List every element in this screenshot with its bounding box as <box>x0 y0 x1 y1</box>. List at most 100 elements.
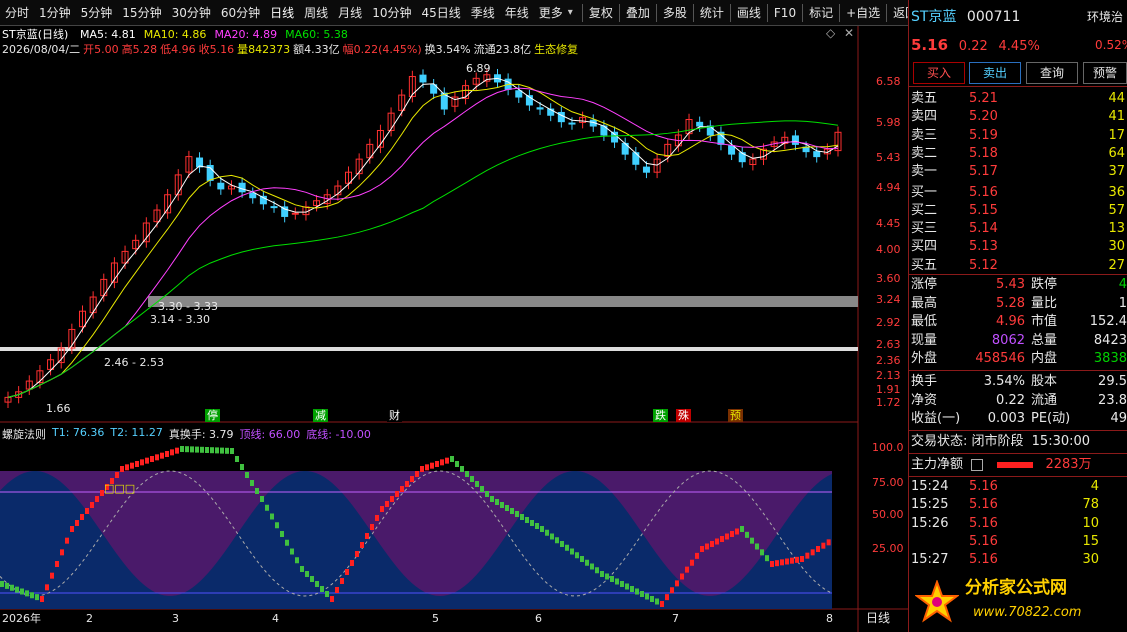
toolbar-action-5[interactable]: F10 <box>769 2 801 24</box>
toolbar-action-4[interactable]: 画线 <box>732 2 766 24</box>
period-tab-11[interactable]: 季线 <box>466 2 500 24</box>
orderbook-price: 5.15 <box>969 202 998 218</box>
period-tab-1[interactable]: 1分钟 <box>34 2 76 24</box>
current-price: 5.16 <box>911 36 949 54</box>
stat-label: 净资 <box>911 392 938 408</box>
peak-label: 6.89 <box>466 62 491 75</box>
period-tab-3[interactable]: 15分钟 <box>117 2 166 24</box>
stat-label: 换手 <box>911 374 938 389</box>
price-tick: 5.98 <box>876 116 901 129</box>
orderbook-volume: 30 <box>1108 239 1125 255</box>
support-band <box>0 347 858 351</box>
orderbook-label: 卖一 <box>911 164 938 180</box>
chart-area[interactable]: ST京蓝(日线) MA5: 4.81 MA10: 4.86 MA20: 4.89 MA… <box>0 26 908 632</box>
collapse-icon[interactable]: ◇ <box>826 27 835 40</box>
spiral-step <box>175 447 179 454</box>
toolbar-action-0[interactable]: 复权 <box>584 2 618 24</box>
info-change: 幅0.22(4.45%) <box>342 43 422 56</box>
signal-marker: 殊 <box>676 409 691 422</box>
period-tab-5[interactable]: 60分钟 <box>216 2 265 24</box>
orderbook-label: 卖三 <box>911 127 938 143</box>
orderbook-price: 5.16 <box>969 184 998 200</box>
chart-title: ST京蓝(日线) <box>2 28 69 41</box>
info-sector: 生态修复 <box>534 43 579 56</box>
spiral-step <box>475 481 479 487</box>
spiral-step <box>50 572 54 579</box>
spiral-step <box>525 517 529 523</box>
candle-body <box>238 182 246 193</box>
spiral-step <box>255 488 259 494</box>
stat-label: 流通 <box>1031 392 1058 408</box>
toolbar-action-6[interactable]: 标记 <box>804 2 838 24</box>
sector-label: 环境治 <box>1087 10 1124 24</box>
stat-label: 跌停 <box>1031 277 1058 292</box>
star-logo-icon <box>915 580 959 623</box>
period-tab-9[interactable]: 10分钟 <box>367 2 416 24</box>
orderbook-label: 卖四 <box>911 109 938 125</box>
kline-chart-svg[interactable] <box>0 26 908 632</box>
price-tick: 2.36 <box>876 354 901 367</box>
spiral-step <box>70 526 74 532</box>
divider <box>909 430 1127 431</box>
query-button[interactable]: 查询 <box>1026 62 1078 84</box>
more-chevron-icon[interactable]: ▾ <box>568 7 573 18</box>
spiral-step <box>735 528 739 535</box>
period-tab-7[interactable]: 周线 <box>299 2 333 24</box>
close-icon[interactable]: ✕ <box>844 27 854 40</box>
spiral-step <box>210 447 214 454</box>
spiral-step <box>375 515 379 521</box>
spiral-step <box>600 571 604 577</box>
stat-label: 现量 <box>911 332 938 348</box>
stat-value: 0.22 <box>996 392 1025 408</box>
toolbar-action-2[interactable]: 多股 <box>658 2 692 24</box>
spiral-step <box>200 446 204 453</box>
info-date: 2026/08/04/二 <box>2 43 81 56</box>
spiral-step <box>355 551 359 557</box>
period-tab-0[interactable]: 分时 <box>0 2 34 24</box>
price-tick: 4.94 <box>876 181 901 194</box>
signal-marker: 减 <box>313 409 328 422</box>
toolbar-action-7[interactable]: +自选 <box>841 2 885 24</box>
alert-button[interactable]: 预警 <box>1083 62 1127 84</box>
period-tab-6[interactable]: 日线 <box>265 2 299 24</box>
spiral-step <box>400 486 404 492</box>
period-tab-12[interactable]: 年线 <box>500 2 534 24</box>
menu-icon[interactable] <box>971 458 984 471</box>
spiral-step <box>340 578 344 584</box>
period-tab-2[interactable]: 5分钟 <box>76 2 118 24</box>
main-net-value: 2283万 <box>1045 457 1092 472</box>
period-tab-4[interactable]: 30分钟 <box>167 2 216 24</box>
orderbook-label: 买四 <box>911 239 938 255</box>
orderbook-price: 5.13 <box>969 239 998 255</box>
stat-label: 量比 <box>1031 295 1058 311</box>
spiral-step <box>495 499 499 505</box>
spiral-step <box>816 546 820 552</box>
tick-price: 5.16 <box>969 515 998 531</box>
orderbook-price: 5.17 <box>969 164 998 180</box>
toolbar-action-3[interactable]: 统计 <box>695 2 729 24</box>
price-tick: 2.63 <box>876 338 901 351</box>
period-tab-8[interactable]: 月线 <box>333 2 367 24</box>
spiral-step <box>535 523 539 529</box>
buy-button[interactable]: 买入 <box>913 62 965 84</box>
toolbar-action-1[interactable]: 叠加 <box>621 2 655 24</box>
spiral-step <box>330 596 334 602</box>
trade-status-text: 交易状态: 闭市阶段 <box>911 434 1024 449</box>
period-tab-13[interactable]: 更多 <box>534 2 568 24</box>
stat-label: 市值 <box>1031 314 1058 329</box>
candle-body <box>270 206 278 209</box>
spiral-step <box>185 446 189 453</box>
period-tab-10[interactable]: 45日线 <box>416 2 465 24</box>
tick-time: 15:25 <box>911 497 949 513</box>
sell-button[interactable]: 卖出 <box>969 62 1021 84</box>
stat-value: 5.43 <box>996 277 1025 292</box>
spiral-step <box>440 459 444 466</box>
stat-label: 外盘 <box>911 351 938 366</box>
orderbook-label: 买一 <box>911 184 938 200</box>
price-change-pct: 4.45% <box>998 39 1040 54</box>
toolbar-separator <box>839 3 841 22</box>
period-button[interactable]: 日线 <box>866 612 890 625</box>
divider <box>909 370 1127 371</box>
tick-volume: 78 <box>1082 497 1099 513</box>
quote-panel: ST京蓝 000711 环境治 5.16 0.22 4.45% 0.52% 买入… <box>908 0 1127 632</box>
